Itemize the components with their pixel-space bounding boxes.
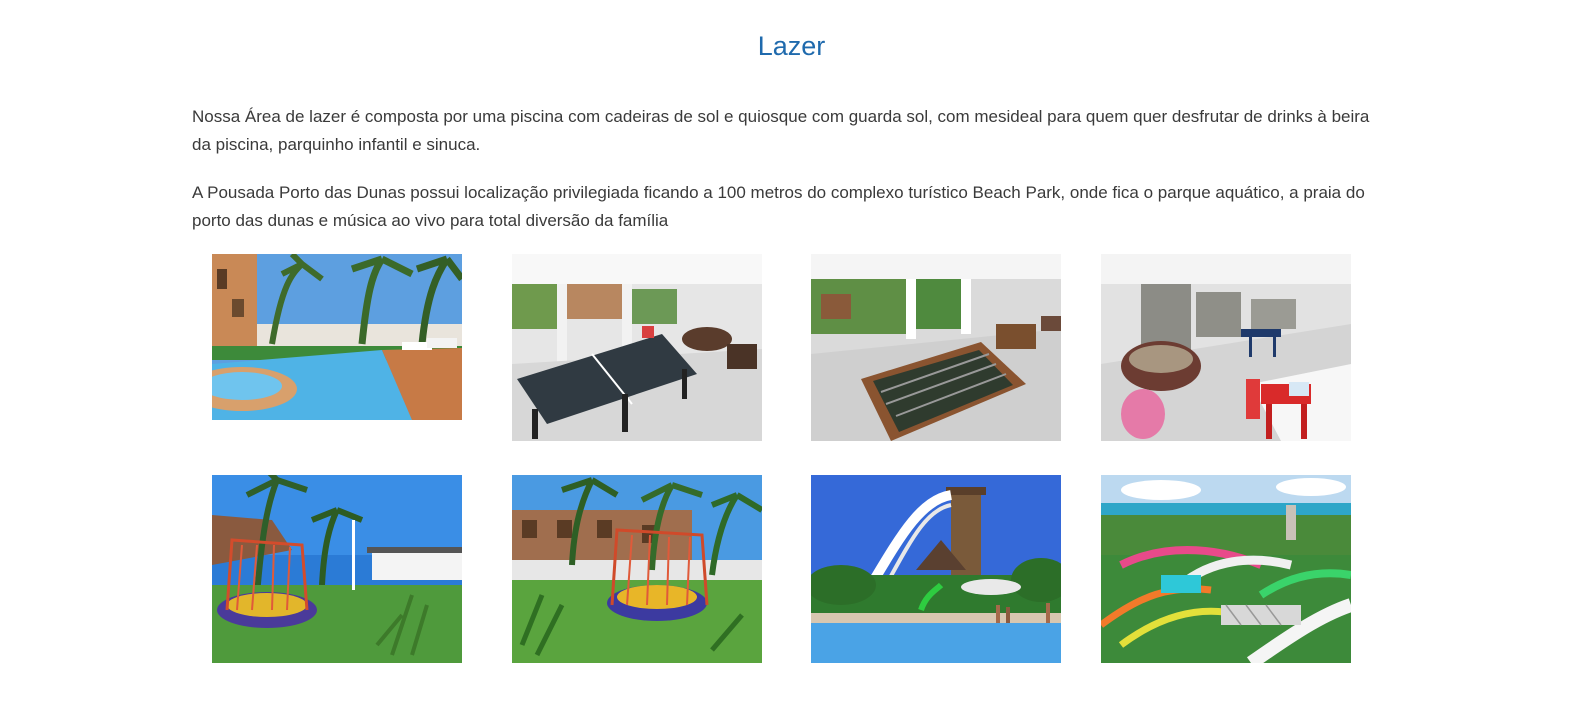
gallery-photo-playground[interactable] — [212, 475, 462, 663]
playground-2-photo — [512, 475, 762, 663]
gallery-photo-ping-pong[interactable] — [512, 254, 762, 441]
gallery-photo-foosball[interactable] — [811, 254, 1061, 441]
ping-pong-photo — [512, 254, 762, 441]
gallery-photo-playroom[interactable] — [1101, 254, 1351, 441]
gallery-photo-pool[interactable] — [212, 254, 462, 420]
gallery-photo-playground-2[interactable] — [512, 475, 762, 663]
playground-photo — [212, 475, 462, 663]
water-slide-photo — [811, 475, 1061, 663]
foosball-photo — [811, 254, 1061, 441]
page: Lazer Nossa Área de lazer é composta por… — [0, 0, 1571, 715]
location-paragraph: A Pousada Porto das Dunas possui localiz… — [192, 183, 1365, 230]
section-title: Lazer — [757, 31, 826, 61]
gallery-photo-water-slide[interactable] — [811, 475, 1061, 663]
playroom-photo — [1101, 254, 1351, 441]
intro-paragraph: Nossa Área de lazer é composta por uma p… — [192, 107, 1370, 154]
water-park-photo — [1101, 475, 1351, 663]
gallery-photo-water-park[interactable] — [1101, 475, 1351, 663]
pool-photo — [212, 254, 462, 420]
